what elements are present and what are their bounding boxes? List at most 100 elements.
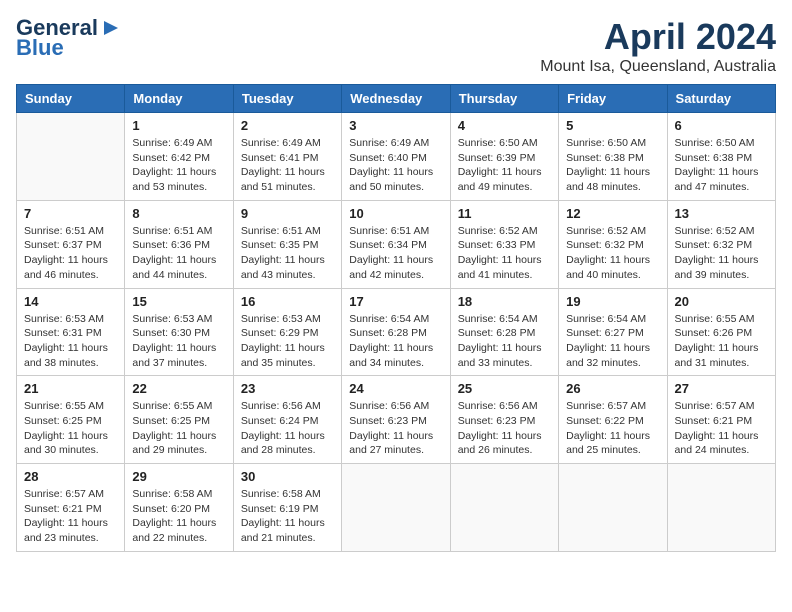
day-number: 16 bbox=[241, 294, 334, 309]
calendar-cell: 18 Sunrise: 6:54 AMSunset: 6:28 PMDayligh… bbox=[450, 288, 558, 376]
logo-arrow-icon bbox=[100, 17, 122, 39]
day-number: 17 bbox=[349, 294, 442, 309]
calendar-cell: 1 Sunrise: 6:49 AMSunset: 6:42 PMDaylight… bbox=[125, 113, 233, 201]
day-number: 15 bbox=[132, 294, 225, 309]
day-number: 3 bbox=[349, 118, 442, 133]
cell-sun-info: Sunrise: 6:52 AMSunset: 6:32 PMDaylight:… bbox=[566, 224, 659, 283]
calendar-cell: 3 Sunrise: 6:49 AMSunset: 6:40 PMDaylight… bbox=[342, 113, 450, 201]
weekday-header-row: SundayMondayTuesdayWednesdayThursdayFrid… bbox=[17, 85, 776, 113]
weekday-header-tuesday: Tuesday bbox=[233, 85, 341, 113]
month-title: April 2024 bbox=[540, 16, 776, 58]
day-number: 19 bbox=[566, 294, 659, 309]
calendar-cell: 19 Sunrise: 6:54 AMSunset: 6:27 PMDayligh… bbox=[559, 288, 667, 376]
cell-sun-info: Sunrise: 6:57 AMSunset: 6:22 PMDaylight:… bbox=[566, 399, 659, 458]
cell-sun-info: Sunrise: 6:57 AMSunset: 6:21 PMDaylight:… bbox=[675, 399, 768, 458]
calendar-cell bbox=[17, 113, 125, 201]
weekday-header-sunday: Sunday bbox=[17, 85, 125, 113]
cell-sun-info: Sunrise: 6:51 AMSunset: 6:34 PMDaylight:… bbox=[349, 224, 442, 283]
day-number: 29 bbox=[132, 469, 225, 484]
calendar-week-row: 14 Sunrise: 6:53 AMSunset: 6:31 PMDayligh… bbox=[17, 288, 776, 376]
calendar-cell: 12 Sunrise: 6:52 AMSunset: 6:32 PMDayligh… bbox=[559, 200, 667, 288]
calendar-cell bbox=[342, 464, 450, 552]
weekday-header-monday: Monday bbox=[125, 85, 233, 113]
calendar-cell bbox=[559, 464, 667, 552]
cell-sun-info: Sunrise: 6:50 AMSunset: 6:38 PMDaylight:… bbox=[675, 136, 768, 195]
cell-sun-info: Sunrise: 6:54 AMSunset: 6:27 PMDaylight:… bbox=[566, 312, 659, 371]
cell-sun-info: Sunrise: 6:53 AMSunset: 6:31 PMDaylight:… bbox=[24, 312, 117, 371]
day-number: 18 bbox=[458, 294, 551, 309]
weekday-header-wednesday: Wednesday bbox=[342, 85, 450, 113]
title-area: April 2024 Mount Isa, Queensland, Austra… bbox=[540, 16, 776, 76]
cell-sun-info: Sunrise: 6:50 AMSunset: 6:38 PMDaylight:… bbox=[566, 136, 659, 195]
day-number: 7 bbox=[24, 206, 117, 221]
day-number: 23 bbox=[241, 381, 334, 396]
cell-sun-info: Sunrise: 6:51 AMSunset: 6:36 PMDaylight:… bbox=[132, 224, 225, 283]
day-number: 21 bbox=[24, 381, 117, 396]
cell-sun-info: Sunrise: 6:54 AMSunset: 6:28 PMDaylight:… bbox=[349, 312, 442, 371]
location-title: Mount Isa, Queensland, Australia bbox=[540, 58, 776, 76]
cell-sun-info: Sunrise: 6:50 AMSunset: 6:39 PMDaylight:… bbox=[458, 136, 551, 195]
calendar-cell: 30Sunrise: 6:58 AMSunset: 6:19 PMDayligh… bbox=[233, 464, 341, 552]
day-number: 6 bbox=[675, 118, 768, 133]
calendar-cell: 22 Sunrise: 6:55 AMSunset: 6:25 PMDayligh… bbox=[125, 376, 233, 464]
cell-sun-info: Sunrise: 6:56 AMSunset: 6:23 PMDaylight:… bbox=[458, 399, 551, 458]
calendar-cell: 28 Sunrise: 6:57 AMSunset: 6:21 PMDayligh… bbox=[17, 464, 125, 552]
weekday-header-friday: Friday bbox=[559, 85, 667, 113]
cell-sun-info: Sunrise: 6:55 AMSunset: 6:26 PMDaylight:… bbox=[675, 312, 768, 371]
calendar-cell: 15 Sunrise: 6:53 AMSunset: 6:30 PMDayligh… bbox=[125, 288, 233, 376]
calendar-week-row: 21 Sunrise: 6:55 AMSunset: 6:25 PMDayligh… bbox=[17, 376, 776, 464]
calendar-cell: 8Sunrise: 6:51 AMSunset: 6:36 PMDaylight… bbox=[125, 200, 233, 288]
calendar-cell: 24 Sunrise: 6:56 AMSunset: 6:23 PMDayligh… bbox=[342, 376, 450, 464]
cell-sun-info: Sunrise: 6:54 AMSunset: 6:28 PMDaylight:… bbox=[458, 312, 551, 371]
day-number: 27 bbox=[675, 381, 768, 396]
calendar-cell: 29 Sunrise: 6:58 AMSunset: 6:20 PMDayligh… bbox=[125, 464, 233, 552]
calendar-week-row: 28 Sunrise: 6:57 AMSunset: 6:21 PMDayligh… bbox=[17, 464, 776, 552]
calendar-cell: 7 Sunrise: 6:51 AMSunset: 6:37 PMDaylight… bbox=[17, 200, 125, 288]
day-number: 24 bbox=[349, 381, 442, 396]
day-number: 30 bbox=[241, 469, 334, 484]
cell-sun-info: Sunrise: 6:49 AMSunset: 6:40 PMDaylight:… bbox=[349, 136, 442, 195]
calendar-week-row: 7 Sunrise: 6:51 AMSunset: 6:37 PMDaylight… bbox=[17, 200, 776, 288]
day-number: 20 bbox=[675, 294, 768, 309]
day-number: 22 bbox=[132, 381, 225, 396]
day-number: 12 bbox=[566, 206, 659, 221]
calendar-cell bbox=[450, 464, 558, 552]
calendar-cell: 11 Sunrise: 6:52 AMSunset: 6:33 PMDayligh… bbox=[450, 200, 558, 288]
day-number: 1 bbox=[132, 118, 225, 133]
cell-sun-info: Sunrise: 6:53 AMSunset: 6:30 PMDaylight:… bbox=[132, 312, 225, 371]
logo: General Blue bbox=[16, 16, 122, 60]
calendar-cell: 21 Sunrise: 6:55 AMSunset: 6:25 PMDayligh… bbox=[17, 376, 125, 464]
calendar-table: SundayMondayTuesdayWednesdayThursdayFrid… bbox=[16, 84, 776, 552]
cell-sun-info: Sunrise: 6:51 AMSunset: 6:37 PMDaylight:… bbox=[24, 224, 117, 283]
cell-sun-info: Sunrise: 6:57 AMSunset: 6:21 PMDaylight:… bbox=[24, 487, 117, 546]
calendar-cell: 25Sunrise: 6:56 AMSunset: 6:23 PMDayligh… bbox=[450, 376, 558, 464]
calendar-cell: 10 Sunrise: 6:51 AMSunset: 6:34 PMDayligh… bbox=[342, 200, 450, 288]
calendar-cell: 2 Sunrise: 6:49 AMSunset: 6:41 PMDaylight… bbox=[233, 113, 341, 201]
cell-sun-info: Sunrise: 6:56 AMSunset: 6:24 PMDaylight:… bbox=[241, 399, 334, 458]
cell-sun-info: Sunrise: 6:55 AMSunset: 6:25 PMDaylight:… bbox=[24, 399, 117, 458]
weekday-header-saturday: Saturday bbox=[667, 85, 775, 113]
day-number: 4 bbox=[458, 118, 551, 133]
calendar-cell: 16 Sunrise: 6:53 AMSunset: 6:29 PMDayligh… bbox=[233, 288, 341, 376]
day-number: 5 bbox=[566, 118, 659, 133]
cell-sun-info: Sunrise: 6:56 AMSunset: 6:23 PMDaylight:… bbox=[349, 399, 442, 458]
cell-sun-info: Sunrise: 6:53 AMSunset: 6:29 PMDaylight:… bbox=[241, 312, 334, 371]
day-number: 2 bbox=[241, 118, 334, 133]
cell-sun-info: Sunrise: 6:49 AMSunset: 6:42 PMDaylight:… bbox=[132, 136, 225, 195]
day-number: 10 bbox=[349, 206, 442, 221]
calendar-week-row: 1 Sunrise: 6:49 AMSunset: 6:42 PMDaylight… bbox=[17, 113, 776, 201]
cell-sun-info: Sunrise: 6:49 AMSunset: 6:41 PMDaylight:… bbox=[241, 136, 334, 195]
day-number: 13 bbox=[675, 206, 768, 221]
calendar-cell: 14 Sunrise: 6:53 AMSunset: 6:31 PMDayligh… bbox=[17, 288, 125, 376]
calendar-cell: 23 Sunrise: 6:56 AMSunset: 6:24 PMDayligh… bbox=[233, 376, 341, 464]
day-number: 28 bbox=[24, 469, 117, 484]
day-number: 14 bbox=[24, 294, 117, 309]
cell-sun-info: Sunrise: 6:58 AMSunset: 6:20 PMDaylight:… bbox=[132, 487, 225, 546]
day-number: 11 bbox=[458, 206, 551, 221]
logo-blue-text: Blue bbox=[16, 36, 64, 60]
cell-sun-info: Sunrise: 6:52 AMSunset: 6:33 PMDaylight:… bbox=[458, 224, 551, 283]
calendar-cell: 5 Sunrise: 6:50 AMSunset: 6:38 PMDaylight… bbox=[559, 113, 667, 201]
cell-sun-info: Sunrise: 6:52 AMSunset: 6:32 PMDaylight:… bbox=[675, 224, 768, 283]
cell-sun-info: Sunrise: 6:55 AMSunset: 6:25 PMDaylight:… bbox=[132, 399, 225, 458]
calendar-cell: 9Sunrise: 6:51 AMSunset: 6:35 PMDaylight… bbox=[233, 200, 341, 288]
